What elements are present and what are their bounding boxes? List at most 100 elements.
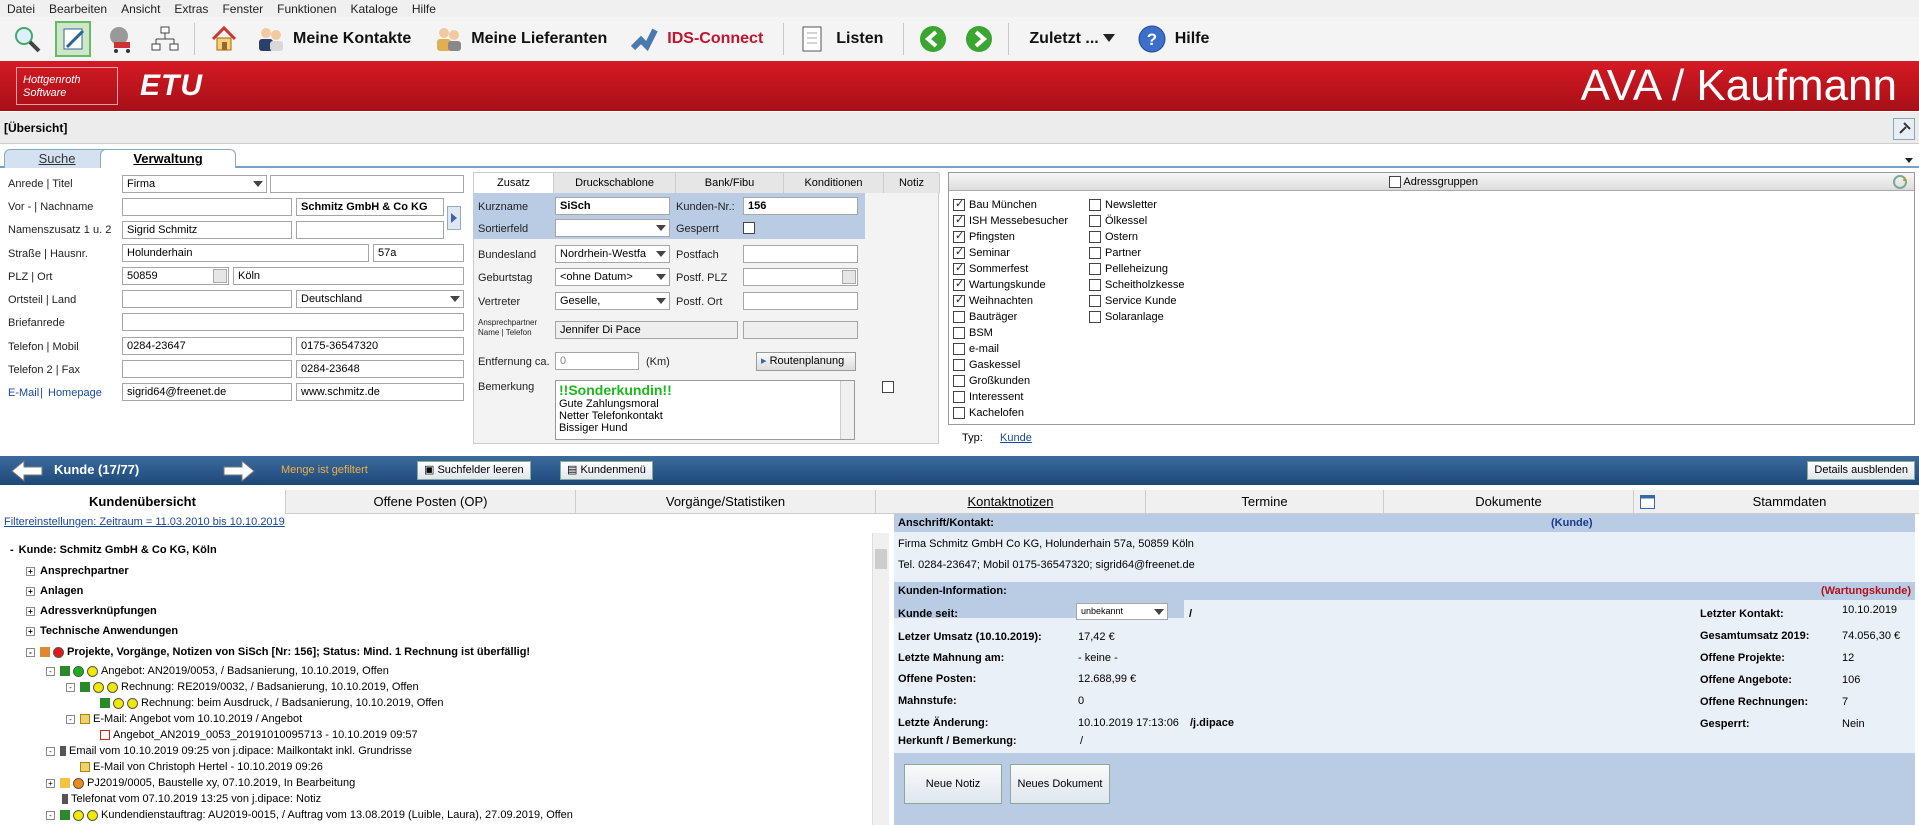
adressgruppen-all-checkbox[interactable] xyxy=(1388,176,1401,188)
meine-lieferanten-button[interactable]: Meine Lieferanten xyxy=(471,30,607,48)
suchfelder-leeren-button[interactable]: ▣ Suchfelder leeren xyxy=(417,461,531,480)
adressgruppe-checkbox[interactable] xyxy=(1089,311,1101,323)
entfernung-input[interactable]: 0 xyxy=(555,352,639,370)
hilfe-button[interactable]: Hilfe xyxy=(1175,30,1210,48)
tree-root[interactable]: - Kunde: Schmitz GmbH & Co KG, Köln xyxy=(10,542,217,558)
plz-lookup-button[interactable] xyxy=(213,269,227,283)
adressgruppe-checkbox[interactable] xyxy=(953,343,965,355)
tab-zusatz[interactable]: Zusatz xyxy=(474,173,554,193)
adressgruppe-checkbox[interactable] xyxy=(953,327,965,339)
tab-suche[interactable]: Suche xyxy=(4,149,110,168)
gesperrt-checkbox[interactable] xyxy=(743,222,755,234)
search-icon[interactable] xyxy=(9,21,45,57)
routenplanung-button[interactable]: ▸ Routenplanung xyxy=(756,352,856,371)
mobil-input[interactable]: 0175-36547320 xyxy=(296,337,464,355)
briefanrede-input[interactable] xyxy=(122,313,464,331)
adressgruppe-checkbox[interactable] xyxy=(953,293,965,307)
forward-arrow-icon[interactable] xyxy=(961,21,997,57)
neues-dokument-button[interactable]: Neues Dokument xyxy=(1010,764,1110,804)
vertreter-select[interactable]: Geselle, xyxy=(555,292,670,310)
meine-kontakte-button[interactable]: Meine Kontakte xyxy=(293,30,411,48)
org-chart-icon[interactable] xyxy=(147,21,183,57)
adressgruppe-item[interactable]: Gaskessel xyxy=(953,358,1020,372)
vorname-input[interactable] xyxy=(122,198,292,216)
tree-node-projekt[interactable]: + PJ2019/0005, Baustelle xy, 07.10.2019, … xyxy=(46,775,355,791)
land-select[interactable]: Deutschland xyxy=(296,290,464,308)
adressgruppe-checkbox[interactable] xyxy=(953,229,965,243)
zuletzt-button[interactable]: Zuletzt ... xyxy=(1029,30,1098,48)
neue-notiz-button[interactable]: Neue Notiz xyxy=(904,764,1002,804)
adressgruppe-checkbox[interactable] xyxy=(953,261,965,275)
expand-icon[interactable]: + xyxy=(46,778,55,788)
tree-node-rechnung[interactable]: - Rechnung: RE2019/0032, / Badsanierung, … xyxy=(66,679,419,695)
plz-input[interactable]: 50859 xyxy=(122,267,229,285)
adressgruppe-checkbox[interactable] xyxy=(1089,279,1101,291)
homepage-link[interactable]: Homepage xyxy=(48,387,102,399)
adressgruppe-checkbox[interactable] xyxy=(1089,263,1101,275)
tab-kundenuebersicht[interactable]: Kundenübersicht xyxy=(0,490,286,514)
tab-vorgaenge[interactable]: Vorgänge/Statistiken xyxy=(576,490,876,514)
adressgruppe-checkbox[interactable] xyxy=(953,311,965,323)
tab-kontaktnotizen[interactable]: Kontaktnotizen xyxy=(876,490,1146,514)
details-ausblenden-button[interactable]: Details ausblenden xyxy=(1807,461,1915,480)
typ-link[interactable]: Kunde xyxy=(1000,432,1032,444)
email-link[interactable]: E-Mail xyxy=(8,387,39,399)
adressgruppe-item[interactable]: BSM xyxy=(953,326,993,340)
collapse-icon[interactable]: - xyxy=(46,666,55,676)
adressgruppe-checkbox[interactable] xyxy=(953,197,965,211)
adressgruppe-item[interactable]: Partner xyxy=(1089,246,1141,260)
menu-funktionen[interactable]: Funktionen xyxy=(270,2,343,16)
telefon-input[interactable]: 0284-23647 xyxy=(122,337,292,355)
tree-node-ansprechpartner[interactable]: + Ansprechpartner xyxy=(26,563,129,579)
tab-konditionen[interactable]: Konditionen xyxy=(784,173,884,193)
tree-node-anlagen[interactable]: + Anlagen xyxy=(26,583,83,599)
menu-hilfe[interactable]: Hilfe xyxy=(405,2,443,16)
adressgruppe-item[interactable]: Ostern xyxy=(1089,230,1138,244)
adressgruppe-checkbox[interactable] xyxy=(953,245,965,259)
tree-node-telefonat[interactable]: Telefonat vom 07.10.2019 13:25 von j.dip… xyxy=(62,791,321,807)
hausnr-input[interactable]: 57a xyxy=(373,244,464,262)
email-input[interactable]: sigrid64@freenet.de xyxy=(122,383,292,401)
postfach-input[interactable] xyxy=(743,245,858,263)
homepage-input[interactable]: www.schmitz.de xyxy=(296,383,464,401)
kurzname-input[interactable]: SiSch xyxy=(555,197,670,215)
adressgruppe-item[interactable]: Sommerfest xyxy=(953,261,1028,276)
nachname-input[interactable]: Schmitz GmbH & Co KG xyxy=(296,198,444,216)
namenszusatz1-input[interactable]: Sigrid Schmitz xyxy=(122,221,292,239)
bundesland-select[interactable]: Nordrhein-Westfa xyxy=(555,245,670,263)
namenszusatz2-input[interactable] xyxy=(296,221,444,239)
list-icon[interactable] xyxy=(795,21,831,57)
expand-name-button[interactable] xyxy=(447,206,461,230)
kundennr-input[interactable]: 156 xyxy=(743,197,858,215)
adressgruppe-checkbox[interactable] xyxy=(953,375,965,387)
expand-icon[interactable]: + xyxy=(26,566,35,576)
adressgruppe-item[interactable]: Seminar xyxy=(953,245,1010,260)
adressgruppe-item[interactable]: Weihnachten xyxy=(953,293,1033,308)
adressgruppe-item[interactable]: Ölkessel xyxy=(1089,214,1147,228)
ids-connect-icon[interactable] xyxy=(626,21,662,57)
adressgruppe-item[interactable]: Kachelofen xyxy=(953,406,1024,420)
ort-input[interactable]: Köln xyxy=(233,267,464,285)
tree-scrollbar[interactable] xyxy=(872,533,889,825)
postfplz-input[interactable] xyxy=(743,268,858,286)
tab-termine[interactable]: Termine xyxy=(1146,490,1384,514)
refresh-icon[interactable] xyxy=(1892,174,1908,196)
adressgruppe-checkbox[interactable] xyxy=(1089,231,1101,243)
fax-input[interactable]: 0284-23648 xyxy=(296,360,464,378)
adressgruppe-item[interactable]: ISH Messebesucher xyxy=(953,213,1068,228)
kunde-seit-select[interactable]: unbekannt xyxy=(1076,603,1168,620)
tree-node-angebot[interactable]: - Angebot: AN2019/0053, / Badsanierung, 1… xyxy=(46,663,389,679)
pin-button[interactable] xyxy=(1893,118,1915,140)
menu-kataloge[interactable]: Kataloge xyxy=(344,2,405,16)
calendar-icon[interactable] xyxy=(1640,495,1655,512)
adressgruppe-checkbox[interactable] xyxy=(953,213,965,227)
adressgruppe-item[interactable]: Solaranlage xyxy=(1089,310,1164,324)
tree-node-email-hertel[interactable]: E-Mail von Christoph Hertel - 10.10.2019… xyxy=(80,759,323,775)
adressgruppe-item[interactable]: Wartungskunde xyxy=(953,277,1046,292)
tree-node-pdf[interactable]: Angebot_AN2019_0053_20191010095713 - 10.… xyxy=(100,727,418,743)
adressgruppe-checkbox[interactable] xyxy=(953,359,965,371)
adressgruppe-item[interactable]: Bauträger xyxy=(953,310,1017,324)
tab-verwaltung[interactable]: Verwaltung xyxy=(100,149,236,168)
scrollbar-thumb[interactable] xyxy=(875,549,887,569)
collapse-icon[interactable]: - xyxy=(66,714,75,724)
